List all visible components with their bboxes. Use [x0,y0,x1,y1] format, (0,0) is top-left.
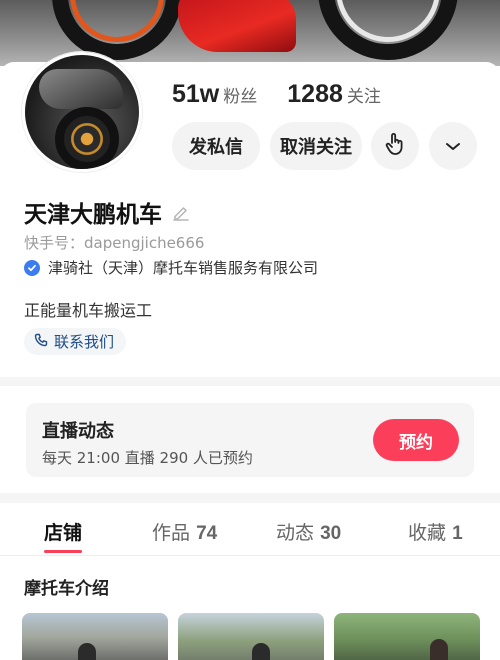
hand-pointer-icon [384,132,406,161]
profile-tabs: 店铺 作品 74 动态 30 收藏 1 [0,503,500,555]
phone-icon [34,333,48,351]
cover-motorcycle-fairing [178,0,296,52]
tab-favorites-count: 1 [452,523,463,544]
avatar[interactable] [22,52,142,172]
kuaishou-id[interactable]: 快手号：dapengjiche666 [24,232,204,253]
tab-works-count: 74 [196,523,218,544]
tab-works-label: 作品 [152,522,191,544]
active-tab-indicator [44,550,82,553]
followers-count: 51w [172,80,220,108]
book-live-button[interactable]: 预约 [373,419,459,461]
edit-pencil-icon[interactable] [172,203,190,221]
tab-moments[interactable]: 动态 30 [276,518,341,545]
live-schedule-text: 每天 21:00 直播 290 人已预约 [42,449,253,467]
thumbnail-person [252,643,270,660]
following-label: 关注 [346,87,381,107]
thumbnail-person [430,639,448,660]
tab-shop-label: 店铺 [44,522,83,544]
product-thumbnail[interactable] [178,613,324,660]
following-count: 1288 [287,80,343,108]
send-message-button[interactable]: 发私信 [172,122,260,170]
contact-us-button[interactable]: 联系我们 [24,328,127,355]
section-title: 摩托车介绍 [24,579,109,599]
tabs-divider [0,555,500,556]
profile-name: 天津大鹏机车 [24,202,162,228]
certification-row: 津骑社（天津）摩托车销售服务有限公司 [24,257,318,278]
unfollow-button[interactable]: 取消关注 [270,122,362,170]
verified-check-icon [24,259,40,276]
section-divider [0,493,500,503]
tab-moments-label: 动态 [276,522,315,544]
following-stat[interactable]: 1288 关注 [287,80,381,109]
tab-favorites-label: 收藏 [408,522,447,544]
product-thumbnail[interactable] [22,613,168,660]
profile-name-row: 天津大鹏机车 [24,195,190,229]
section-divider [0,377,500,386]
chevron-down-icon [445,136,461,157]
tab-favorites[interactable]: 收藏 1 [408,518,463,545]
live-schedule-card[interactable]: 直播动态 每天 21:00 直播 290 人已预约 预约 [26,403,474,477]
more-options-button[interactable] [429,122,477,170]
hand-pointer-button[interactable] [371,122,419,170]
avatar-bike-wheel [55,107,119,169]
avatar-bike-body [39,69,123,109]
profile-stats: 51w 粉丝 1288 关注 [172,80,381,109]
profile-bio: 正能量机车搬运工 [24,301,153,320]
certification-text: 津骑社（天津）摩托车销售服务有限公司 [48,259,319,277]
product-thumbnail[interactable] [334,613,480,660]
tab-shop[interactable]: 店铺 [44,518,82,545]
thumbnail-person [78,643,96,660]
contact-us-label: 联系我们 [54,333,115,351]
followers-stat[interactable]: 51w 粉丝 [172,80,257,109]
tab-moments-count: 30 [320,523,342,544]
tab-works[interactable]: 作品 74 [152,518,217,545]
followers-label: 粉丝 [223,87,258,107]
live-title: 直播动态 [42,421,114,442]
